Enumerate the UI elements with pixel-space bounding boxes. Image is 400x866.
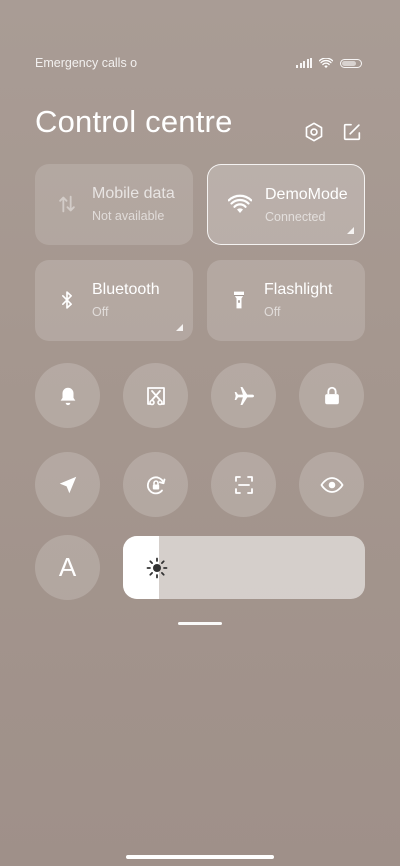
eye-icon	[320, 476, 343, 493]
status-icons	[296, 57, 362, 69]
bluetooth-status: Off	[92, 305, 109, 319]
lock-toggle-button[interactable]	[299, 363, 364, 428]
wifi-tile[interactable]: DemoMode Connected	[207, 164, 365, 245]
airplane-icon	[234, 386, 254, 405]
sun-icon	[146, 557, 168, 579]
mobile-data-status: Not available	[92, 209, 165, 223]
flashlight-icon	[227, 288, 251, 312]
location-toggle-button[interactable]	[35, 452, 100, 517]
wifi-status-icon	[319, 57, 333, 68]
mobile-data-label: Mobile data	[92, 185, 175, 202]
bluetooth-tile[interactable]: Bluetooth Off	[35, 260, 193, 341]
auto-brightness-label: A	[58, 552, 77, 582]
status-bar: Emergency calls o	[35, 54, 362, 72]
flashlight-tile[interactable]: Flashlight Off	[207, 260, 365, 341]
bluetooth-icon	[55, 288, 79, 312]
mobile-data-tile[interactable]: Mobile data Not available	[35, 164, 193, 245]
carrier-status-text: Emergency calls o	[35, 56, 138, 70]
scan-toggle-button[interactable]	[211, 452, 276, 517]
mobile-data-icon	[55, 192, 79, 216]
bell-toggle-button[interactable]	[35, 363, 100, 428]
page-title: Control centre	[35, 104, 233, 139]
flashlight-label: Flashlight	[264, 281, 333, 298]
edit-icon[interactable]	[340, 120, 364, 144]
rotation-lock-toggle-button[interactable]	[123, 452, 188, 517]
screenshot-toggle-button[interactable]	[123, 363, 188, 428]
battery-icon	[340, 58, 362, 68]
auto-brightness-button[interactable]: A	[35, 535, 100, 600]
panel-drag-handle[interactable]	[178, 622, 222, 625]
eye-toggle-button[interactable]	[299, 452, 364, 517]
bluetooth-expand-corner-icon[interactable]	[176, 324, 183, 331]
wifi-expand-corner-icon[interactable]	[347, 227, 354, 234]
bluetooth-label: Bluetooth	[92, 281, 160, 298]
wifi-status: Connected	[265, 210, 326, 224]
brightness-slider[interactable]	[123, 536, 365, 599]
bell-icon	[60, 387, 75, 405]
screenshot-scissors-icon	[146, 386, 165, 405]
settings-hex-icon[interactable]	[302, 120, 326, 144]
location-icon	[59, 476, 76, 493]
wifi-icon	[228, 193, 252, 217]
scan-icon	[234, 475, 253, 494]
wifi-network-name: DemoMode	[265, 186, 348, 203]
home-indicator[interactable]	[126, 855, 274, 859]
rotation-lock-icon	[146, 476, 165, 494]
lock-icon	[324, 386, 339, 404]
flashlight-status: Off	[264, 305, 281, 319]
signal-icon	[296, 58, 312, 68]
airplane-toggle-button[interactable]	[211, 363, 276, 428]
